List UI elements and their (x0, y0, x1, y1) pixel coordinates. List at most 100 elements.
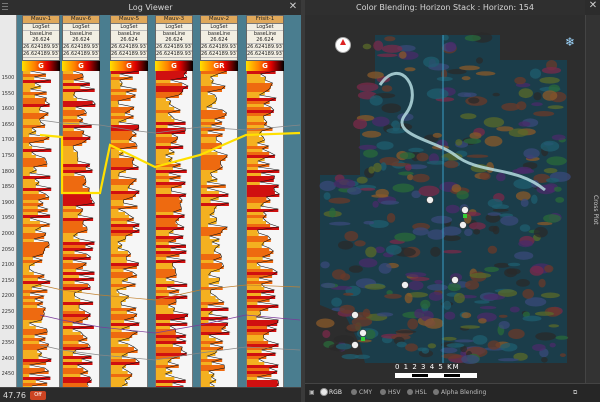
texture-blob (427, 284, 448, 291)
texture-blob (454, 339, 474, 343)
log-fill-bar (156, 119, 175, 122)
log-fill-bar (247, 86, 271, 89)
log-fill-bar (111, 314, 137, 317)
log-fill-bar (201, 200, 211, 203)
well-header[interactable]: Frisit-1 LogSet baseLine 26.624 26.624189.9… (246, 15, 284, 61)
log-fill-bar (156, 251, 187, 254)
log-colorbar: GR (200, 61, 238, 71)
texture-blob (360, 187, 376, 191)
log-fill-bar (23, 95, 35, 98)
log-fill-bar (63, 191, 89, 194)
log-fill-bar (247, 362, 265, 365)
log-track[interactable] (22, 71, 60, 387)
log-fill-bar (111, 149, 119, 152)
off-button[interactable]: Off (30, 391, 46, 400)
log-fill-bar (23, 191, 39, 194)
log-fill-bar (247, 74, 261, 77)
well-range: 26.624189.937 (63, 51, 100, 58)
log-curve (247, 71, 281, 387)
drag-grip-icon[interactable] (2, 3, 8, 12)
tab-cross-plot[interactable]: Cross Plot (587, 195, 599, 225)
log-fill-bar (156, 176, 181, 179)
horizon-map-view[interactable]: ❄ 0 1 2 3 4 5 KM (305, 15, 585, 383)
texture-blob (412, 227, 429, 236)
close-icon[interactable]: ✕ (587, 0, 599, 12)
log-fill-bar (63, 86, 81, 89)
mode-rgb[interactable]: RGB (321, 389, 342, 396)
texture-blob (533, 111, 555, 117)
mode-cmy[interactable]: CMY (351, 389, 372, 396)
export-icon[interactable]: ⧉ (573, 389, 577, 397)
log-track[interactable] (62, 71, 100, 387)
log-fill-bar (23, 365, 30, 368)
texture-blob (514, 251, 534, 260)
well-panel[interactable]: Mauv-6 LogSet baseLine 26.624 26.624189.937… (62, 15, 100, 387)
texture-blob (414, 308, 424, 319)
log-track[interactable] (155, 71, 193, 387)
well-panel[interactable]: Mauv-2 LogSet baseLine 26.624 26.624189.937… (200, 15, 238, 387)
texture-blob (469, 132, 482, 140)
well-header[interactable]: Mauv-3 LogSet baseLine 26.624 26.624189.937… (155, 15, 193, 61)
log-fill-bar (247, 230, 258, 233)
log-fill-bar (156, 350, 182, 353)
texture-blob (500, 215, 519, 226)
mode-alpha-blending[interactable]: Alpha Blending (433, 389, 486, 396)
color-blending-titlebar[interactable]: Color Blending: Horizon Stack : Horizon:… (305, 0, 585, 16)
log-fill-bar (63, 341, 79, 344)
snowflake-icon[interactable]: ❄ (565, 35, 575, 49)
well-logset: LogSet (111, 24, 147, 31)
well-header[interactable]: Mauv-1 LogSet baseLine 26.624 26.624189.937… (22, 15, 60, 61)
well-marker-icon (451, 276, 459, 284)
depth-label: 1950 (1, 215, 15, 222)
texture-blob (546, 177, 560, 183)
log-fill-bar (23, 101, 45, 104)
well-panel[interactable]: Mauv-5 LogSet baseLine 26.624 26.624189.937… (110, 15, 148, 387)
log-fill-bar (156, 161, 169, 164)
log-fill-bar (156, 146, 184, 149)
texture-blob (332, 269, 346, 280)
texture-blob (362, 130, 382, 138)
well-panel[interactable]: Mauv-1 LogSet baseLine 26.624 26.624189.937… (22, 15, 60, 387)
log-fill-bar (63, 221, 84, 224)
well-header[interactable]: Mauv-6 LogSet baseLine 26.624 26.624189.937… (62, 15, 100, 61)
log-fill-bar (247, 164, 270, 167)
texture-blob (459, 65, 480, 71)
texture-blob (416, 152, 429, 162)
log-fill-bar (201, 110, 223, 113)
log-fill-bar (156, 71, 187, 74)
log-fill-bar (63, 182, 86, 185)
log-fill-bar (201, 113, 227, 116)
log-viewer-titlebar[interactable]: Log Viewer ✕ (0, 0, 301, 16)
well-header[interactable]: Mauv-2 LogSet baseLine 26.624 26.624189.937… (200, 15, 238, 61)
log-fill-bar (201, 149, 212, 152)
log-fill-bar (156, 233, 170, 236)
horizon-map[interactable] (305, 15, 585, 383)
well-header[interactable]: Mauv-5 LogSet baseLine 26.624 26.624189.937… (110, 15, 148, 61)
texture-blob (407, 174, 414, 181)
mode-hsv[interactable]: HSV (380, 389, 400, 396)
log-fill-bar (23, 71, 31, 74)
log-track[interactable] (246, 71, 284, 387)
log-track[interactable] (200, 71, 238, 387)
log-fill-bar (156, 137, 178, 140)
texture-blob (518, 88, 533, 99)
radio-icon (433, 389, 439, 395)
well-panel[interactable]: Frisit-1 LogSet baseLine 26.624 26.624189.9… (246, 15, 284, 387)
log-fill-bar (247, 320, 279, 323)
log-fill-bar (23, 98, 47, 101)
depth-label: 2000 (1, 231, 15, 237)
well-baseline: baseLine 26.624 (63, 31, 99, 44)
log-fill-bar (201, 320, 209, 323)
log-fill-bar (111, 167, 139, 170)
mode-hsl[interactable]: HSL (407, 389, 427, 396)
log-fill-bar (201, 275, 209, 278)
close-icon[interactable]: ✕ (287, 1, 299, 13)
layers-icon[interactable]: ▣ (309, 389, 315, 396)
log-fill-bar (111, 221, 128, 224)
log-fill-bar (156, 152, 175, 155)
well-panel[interactable]: Mauv-3 LogSet baseLine 26.624 26.624189.937… (155, 15, 193, 387)
well-tracks-area[interactable]: 1500 1550 1600 1650 1700 1750 1800 1850 1900 1950… (0, 15, 301, 387)
texture-blob (320, 282, 336, 288)
well-baseline: baseLine 26.624 (111, 31, 147, 44)
log-track[interactable] (110, 71, 148, 387)
